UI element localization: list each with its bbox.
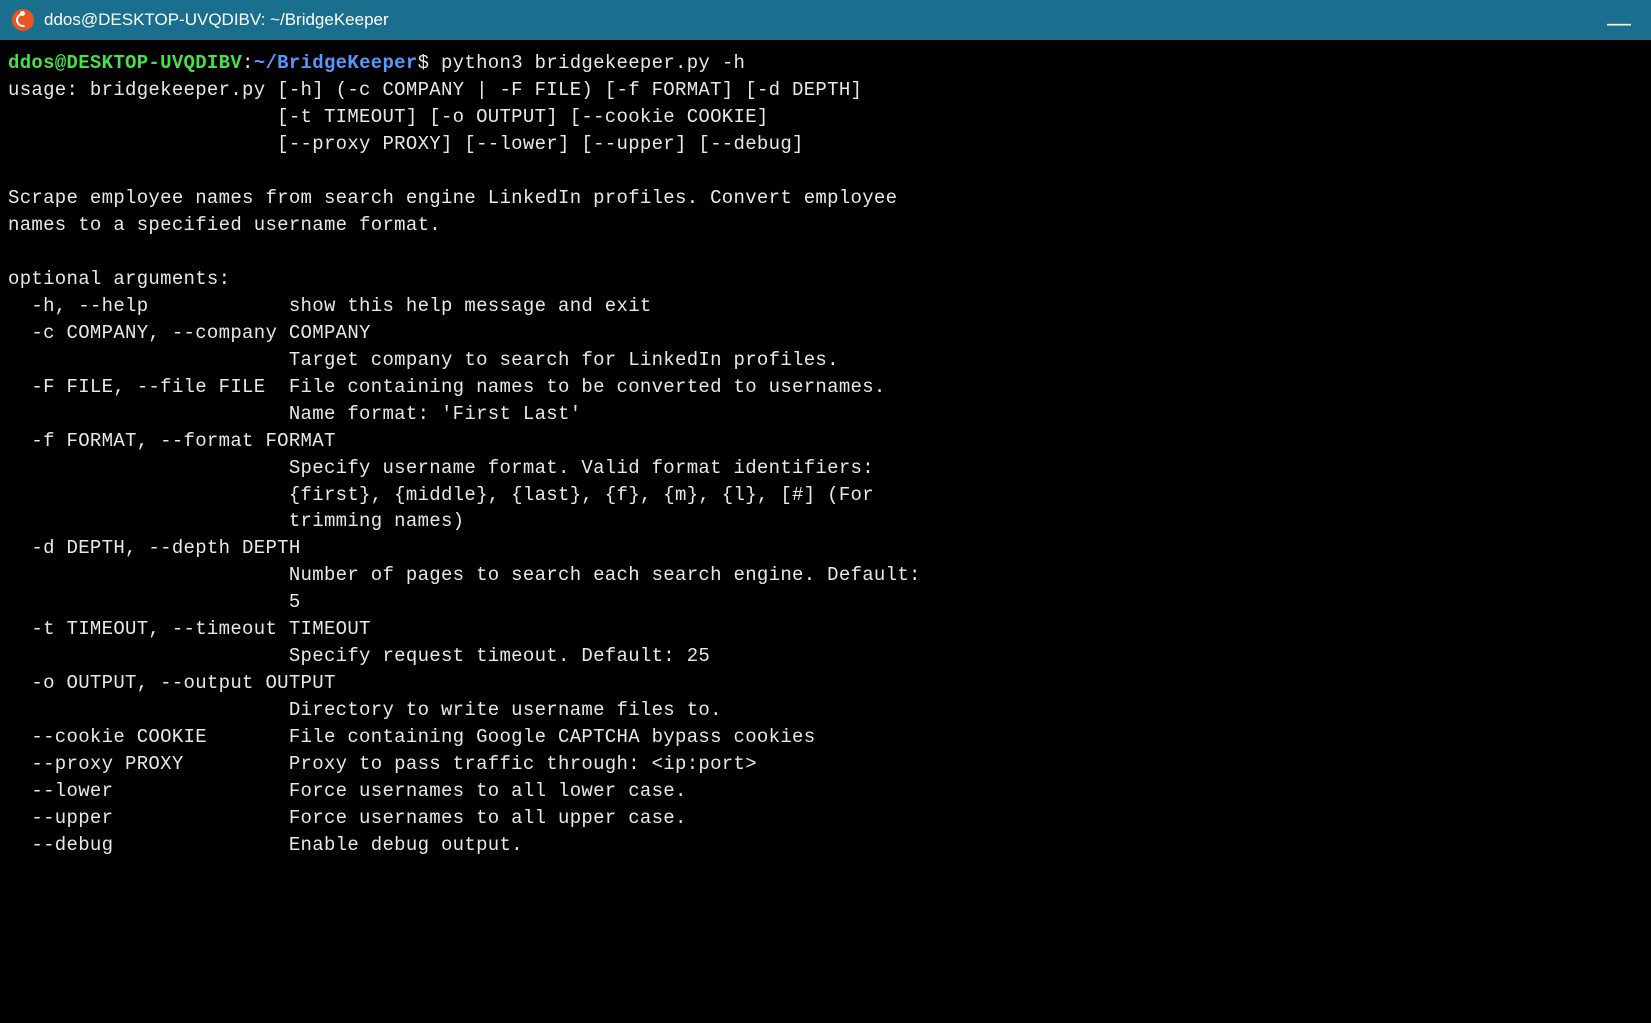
output-line-5: names to a specified username format.	[8, 214, 441, 236]
output-line-18: Number of pages to search each search en…	[8, 564, 921, 586]
command-text: python3 bridgekeeper.py -h	[441, 52, 745, 74]
output-line-27: --upper Force usernames to all upper cas…	[8, 807, 687, 829]
output-line-2: [--proxy PROXY] [--lower] [--upper] [--d…	[8, 133, 804, 155]
output-line-1: [-t TIMEOUT] [-o OUTPUT] [--cookie COOKI…	[8, 106, 769, 128]
output-line-0: usage: bridgekeeper.py [-h] (-c COMPANY …	[8, 79, 862, 101]
output-line-9: -c COMPANY, --company COMPANY	[8, 322, 371, 344]
output-line-23: Directory to write username files to.	[8, 699, 722, 721]
terminal-content[interactable]: ddos@DESKTOP-UVQDIBV:~/BridgeKeeper$ pyt…	[0, 40, 1651, 869]
output-line-26: --lower Force usernames to all lower cas…	[8, 780, 687, 802]
minimize-button[interactable]: —	[1599, 10, 1639, 30]
prompt-path-tilde: ~	[254, 52, 266, 74]
output-line-4: Scrape employee names from search engine…	[8, 187, 897, 209]
output-line-28: --debug Enable debug output.	[8, 834, 523, 856]
output-line-15: {first}, {middle}, {last}, {f}, {m}, {l}…	[8, 484, 874, 506]
output-line-22: -o OUTPUT, --output OUTPUT	[8, 672, 336, 694]
output-line-21: Specify request timeout. Default: 25	[8, 645, 710, 667]
output-line-24: --cookie COOKIE File containing Google C…	[8, 726, 815, 748]
output-line-14: Specify username format. Valid format id…	[8, 457, 874, 479]
ubuntu-logo-icon	[12, 9, 34, 31]
output-line-8: -h, --help show this help message and ex…	[8, 295, 652, 317]
prompt-dollar: $	[418, 52, 430, 74]
output-line-16: trimming names)	[8, 510, 464, 532]
output-line-11: -F FILE, --file FILE File containing nam…	[8, 376, 886, 398]
output-line-12: Name format: 'First Last'	[8, 403, 581, 425]
output-line-7: optional arguments:	[8, 268, 230, 290]
window-titlebar: ddos@DESKTOP-UVQDIBV: ~/BridgeKeeper —	[0, 0, 1651, 40]
prompt-user-host: ddos@DESKTOP-UVQDIBV	[8, 52, 242, 74]
output-line-17: -d DEPTH, --depth DEPTH	[8, 537, 301, 559]
output-line-19: 5	[8, 591, 301, 613]
output-line-25: --proxy PROXY Proxy to pass traffic thro…	[8, 753, 757, 775]
output-line-10: Target company to search for LinkedIn pr…	[8, 349, 839, 371]
titlebar-left: ddos@DESKTOP-UVQDIBV: ~/BridgeKeeper	[12, 9, 389, 31]
prompt-path-rest: /BridgeKeeper	[265, 52, 417, 74]
window-title: ddos@DESKTOP-UVQDIBV: ~/BridgeKeeper	[44, 10, 389, 30]
output-line-13: -f FORMAT, --format FORMAT	[8, 430, 336, 452]
prompt-colon: :	[242, 52, 254, 74]
output-line-20: -t TIMEOUT, --timeout TIMEOUT	[8, 618, 371, 640]
